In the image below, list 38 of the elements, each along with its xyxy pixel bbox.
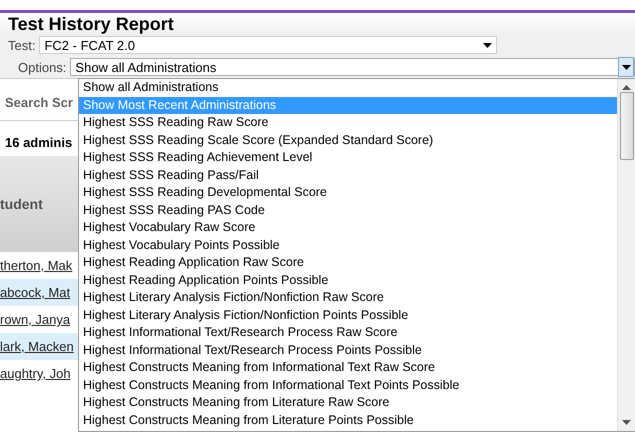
search-label: Search Scr (5, 95, 73, 110)
option-item[interactable]: Highest SSS Reading Raw Score (79, 114, 617, 132)
option-item[interactable]: Highest Literary Analysis Fiction/Nonfiction Raw Score (79, 289, 617, 306)
student-link[interactable]: lark, Macken (0, 339, 74, 354)
student-link[interactable]: rown, Janya (0, 312, 70, 327)
option-item[interactable]: Highest Constructs Meaning from Informational Text Raw Score (79, 359, 617, 376)
administrations-count: 16 adminis (5, 135, 72, 150)
student-link[interactable]: abcock, Mat (0, 285, 70, 300)
option-item[interactable]: Highest Literary Analysis Fiction/Nonfiction Points Possible (79, 306, 617, 324)
options-select[interactable]: Show all Administrations (70, 58, 635, 76)
scroll-down-icon[interactable] (622, 420, 631, 425)
option-item[interactable]: Show all Administrations (79, 79, 617, 96)
scroll-up-icon[interactable] (622, 85, 631, 90)
option-item[interactable]: Highest Informational Text/Research Process Points Possible (79, 342, 617, 359)
option-item[interactable]: Highest Reading Application Raw Score (79, 254, 617, 272)
test-label: Test: (8, 38, 36, 52)
option-item[interactable]: Highest Constructs Meaning from Literature Raw Score (79, 394, 617, 412)
option-item[interactable]: Highest SSS Reading Developmental Score (79, 184, 617, 202)
scroll-thumb[interactable] (620, 92, 634, 160)
option-item[interactable]: Highest SSS Reading PAS Code (79, 202, 617, 219)
caret-icon (483, 42, 492, 48)
test-select[interactable]: FC2 - FCAT 2.0 (39, 36, 498, 54)
option-item[interactable]: Highest Informational Text/Research Process Raw Score (79, 324, 617, 342)
option-item[interactable]: Highest SSS Reading Achievement Level (79, 149, 617, 166)
options-label: Options: (18, 60, 66, 74)
option-item[interactable]: Highest SSS Reading Pass/Fail (79, 166, 617, 184)
student-link[interactable]: aughtry, Joh (0, 366, 71, 381)
option-item[interactable]: Highest Constructs Meaning from Informational Text Points Possible (79, 376, 617, 394)
option-item[interactable]: Highest Constructs Meaning from Literature Points Possible (79, 412, 617, 429)
option-item[interactable]: Highest Reading Application Points Possible (79, 272, 617, 289)
caret-icon (622, 64, 630, 70)
student-link[interactable]: therton, Mak (0, 258, 72, 273)
report-title: Test History Report (8, 14, 174, 34)
option-item[interactable]: Highest SSS Reading Scale Score (Expanded Standard Score) (79, 132, 617, 149)
option-item[interactable]: Highest Vocabulary Raw Score (79, 219, 617, 236)
dropdown-button[interactable] (618, 57, 634, 77)
scrollbar[interactable] (617, 79, 635, 431)
option-item[interactable]: Highest Vocabulary Points Possible (79, 236, 617, 254)
